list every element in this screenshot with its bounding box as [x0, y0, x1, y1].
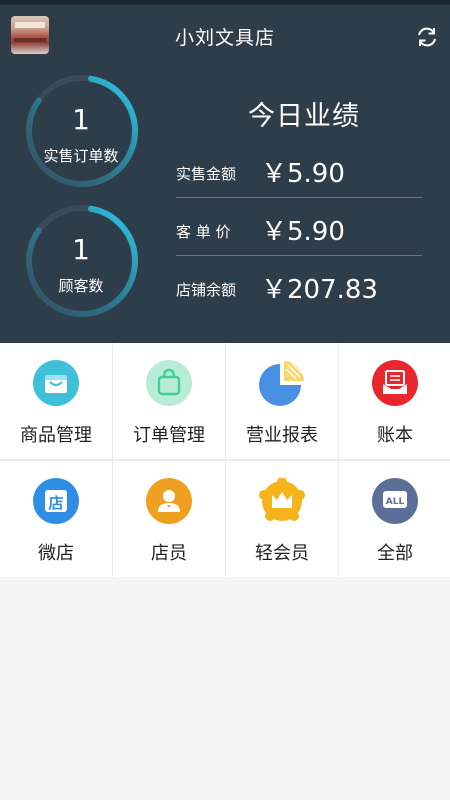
stat-value: ￥207.83 — [261, 275, 378, 305]
stat-value: ￥5.90 — [261, 217, 345, 247]
stat-label: 客 单 价 — [176, 223, 231, 241]
menu-item-label: 账本 — [377, 425, 413, 446]
stat-row-sales-amount: 实售金额 ￥5.90 — [176, 153, 422, 193]
menu-item-micro-store[interactable]: 店 微店 — [0, 461, 112, 577]
menu-item-all[interactable]: ALL 全部 — [339, 461, 450, 577]
menu-item-label: 订单管理 — [133, 425, 205, 446]
menu-item-label: 全部 — [377, 543, 413, 564]
ledger-icon — [372, 360, 418, 406]
pie-chart-icon — [259, 361, 304, 406]
store-icon: 店 — [33, 478, 79, 524]
menu-item-label: 轻会员 — [255, 543, 309, 564]
divider — [176, 197, 422, 198]
shopping-bag-icon — [146, 360, 192, 406]
menu-item-product-management[interactable]: 商品管理 — [0, 343, 112, 459]
customer-count-value: 1 — [72, 233, 90, 266]
stat-value: ￥5.90 — [261, 159, 345, 189]
svg-text:店: 店 — [48, 494, 63, 512]
store-dashboard-header: 小刘文具店 1 实售订单数 1 顾客数 今日业绩 实售金额 ￥5.90 客 单 … — [0, 5, 450, 343]
order-count-value: 1 — [72, 103, 90, 136]
all-icon: ALL — [372, 478, 418, 524]
menu-item-clerk[interactable]: 店员 — [113, 461, 225, 577]
menu-item-label: 微店 — [38, 543, 74, 564]
customer-count-ring: 1 顾客数 — [26, 205, 146, 325]
svg-text:ALL: ALL — [386, 497, 405, 507]
clerk-icon — [146, 478, 192, 524]
stat-row-store-balance: 店铺余额 ￥207.83 — [176, 269, 422, 309]
menu-item-label: 店员 — [151, 543, 187, 564]
menu-item-label: 营业报表 — [246, 425, 318, 446]
order-count-label: 实售订单数 — [43, 147, 119, 165]
divider — [176, 255, 422, 256]
order-count-ring: 1 实售订单数 — [26, 75, 146, 195]
bag-icon — [33, 360, 79, 406]
menu-item-light-member[interactable]: 轻会员 — [226, 461, 338, 577]
customer-count-label: 顾客数 — [58, 277, 104, 295]
stat-row-avg-order-price: 客 单 价 ￥5.90 — [176, 211, 422, 251]
refresh-icon[interactable] — [414, 24, 440, 50]
stat-label: 实售金额 — [176, 165, 237, 183]
menu-item-ledger[interactable]: 账本 — [339, 343, 450, 459]
store-name: 小刘文具店 — [174, 27, 275, 49]
menu-item-label: 商品管理 — [20, 425, 92, 446]
menu-item-business-report[interactable]: 营业报表 — [226, 343, 338, 459]
crown-icon — [259, 478, 305, 521]
stat-label: 店铺余额 — [176, 281, 237, 299]
today-performance-title: 今日业绩 — [248, 101, 360, 132]
feature-menu-grid: 商品管理 订单管理 营业报表 账本 店 微店 店员 轻会员 ALL 全部 — [0, 343, 450, 577]
menu-item-order-management[interactable]: 订单管理 — [113, 343, 225, 459]
